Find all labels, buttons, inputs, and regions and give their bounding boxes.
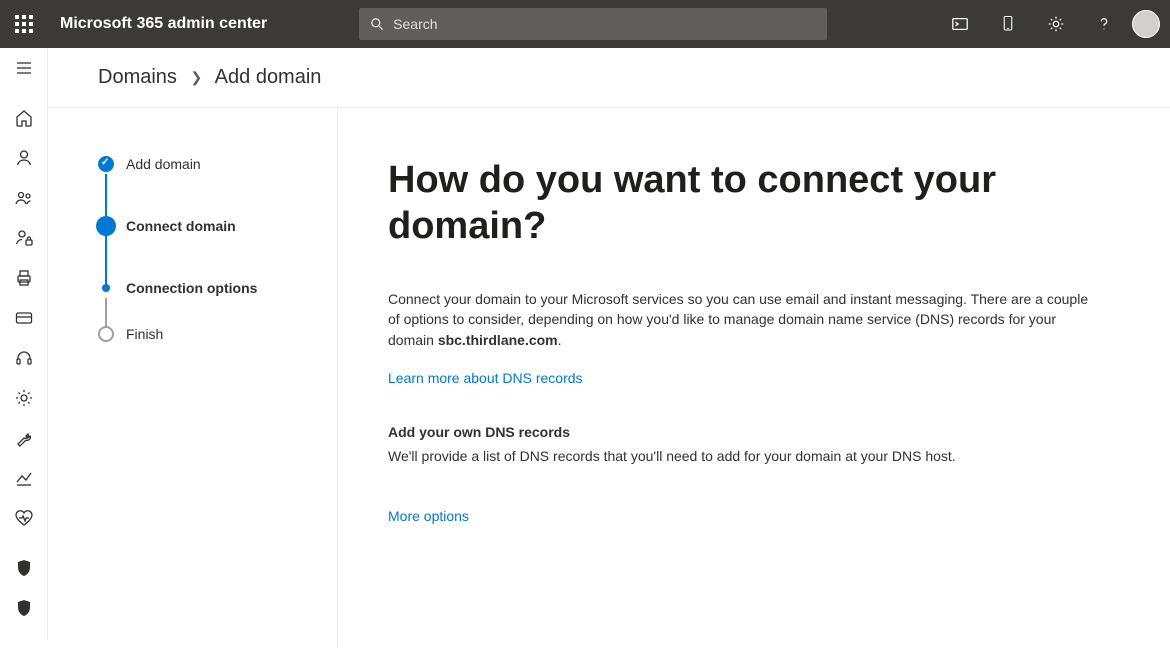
shell-notifications-button[interactable]: [936, 0, 984, 48]
settings-button[interactable]: [1032, 0, 1080, 48]
search-box[interactable]: [359, 8, 827, 40]
nav-toggle-button[interactable]: [0, 48, 48, 88]
nav-support[interactable]: [0, 338, 48, 378]
wizard-stepper: Add domain Connect domain Connection opt…: [48, 108, 338, 648]
step-connection-options: Connection options: [98, 280, 337, 326]
app-launcher-button[interactable]: [0, 0, 48, 48]
step-sub-icon: [102, 284, 110, 292]
step-label: Connection options: [126, 280, 257, 296]
search-input[interactable]: [393, 16, 817, 32]
breadcrumb: Domains ❯ Add domain: [48, 48, 1170, 108]
waffle-icon: [15, 15, 33, 33]
home-icon: [14, 108, 34, 128]
breadcrumb-root[interactable]: Domains: [98, 66, 177, 88]
nav-teams-groups[interactable]: [0, 178, 48, 218]
own-dns-heading: Add your own DNS records: [388, 424, 1100, 440]
account-avatar[interactable]: [1132, 10, 1160, 38]
nav-home[interactable]: [0, 98, 48, 138]
question-icon: [1095, 15, 1113, 33]
nav-setup[interactable]: [0, 418, 48, 458]
hamburger-icon: [14, 58, 34, 78]
card-icon: [14, 308, 34, 328]
step-add-domain: Add domain: [98, 156, 337, 216]
step-upcoming-icon: [98, 326, 114, 342]
top-right-actions: [936, 0, 1170, 48]
top-bar: Microsoft 365 admin center: [0, 0, 1170, 48]
domain-name: sbc.thirdlane.com: [438, 332, 558, 348]
step-label: Connect domain: [126, 218, 236, 234]
step-label: Finish: [126, 326, 163, 342]
shield-icon: [14, 558, 34, 578]
phone-icon: [1000, 15, 1016, 33]
nav-billing[interactable]: [0, 298, 48, 338]
step-complete-icon: [98, 156, 114, 172]
help-button[interactable]: [1080, 0, 1128, 48]
prompt-icon: [951, 15, 969, 33]
breadcrumb-current: Add domain: [215, 66, 322, 88]
wizard-body: How do you want to connect your domain? …: [338, 108, 1170, 648]
shield-icon: [14, 598, 34, 618]
nav-health[interactable]: [0, 498, 48, 538]
page-title: How do you want to connect your domain?: [388, 158, 1088, 249]
device-button[interactable]: [984, 0, 1032, 48]
search-icon: [369, 16, 385, 32]
nav-settings[interactable]: [0, 378, 48, 418]
headset-icon: [14, 348, 34, 368]
left-nav-rail: [0, 48, 48, 640]
chevron-right-icon: ❯: [190, 69, 202, 85]
chart-icon: [14, 468, 34, 488]
nav-resources[interactable]: [0, 258, 48, 298]
nav-reports[interactable]: [0, 458, 48, 498]
intro-suffix: .: [558, 332, 562, 348]
heartbeat-icon: [14, 508, 34, 528]
more-options-link[interactable]: More options: [388, 508, 469, 524]
step-label: Add domain: [126, 156, 201, 172]
nav-roles[interactable]: [0, 218, 48, 258]
nav-admin-security[interactable]: [0, 548, 48, 588]
main-content: Domains ❯ Add domain Add domain Connect …: [48, 48, 1170, 640]
step-current-icon: [96, 216, 116, 236]
own-dns-body: We'll provide a list of DNS records that…: [388, 448, 1100, 464]
step-connect-domain: Connect domain: [98, 216, 337, 280]
gear-icon: [14, 388, 34, 408]
wrench-icon: [14, 428, 34, 448]
learn-more-link[interactable]: Learn more about DNS records: [388, 370, 583, 386]
nav-admin-compliance[interactable]: [0, 588, 48, 628]
printer-icon: [14, 268, 34, 288]
gear-icon: [1047, 15, 1065, 33]
intro-paragraph: Connect your domain to your Microsoft se…: [388, 289, 1100, 350]
nav-users[interactable]: [0, 138, 48, 178]
person-lock-icon: [14, 228, 34, 248]
step-finish: Finish: [98, 326, 337, 342]
people-icon: [14, 188, 34, 208]
app-title: Microsoft 365 admin center: [60, 15, 267, 33]
person-icon: [14, 148, 34, 168]
